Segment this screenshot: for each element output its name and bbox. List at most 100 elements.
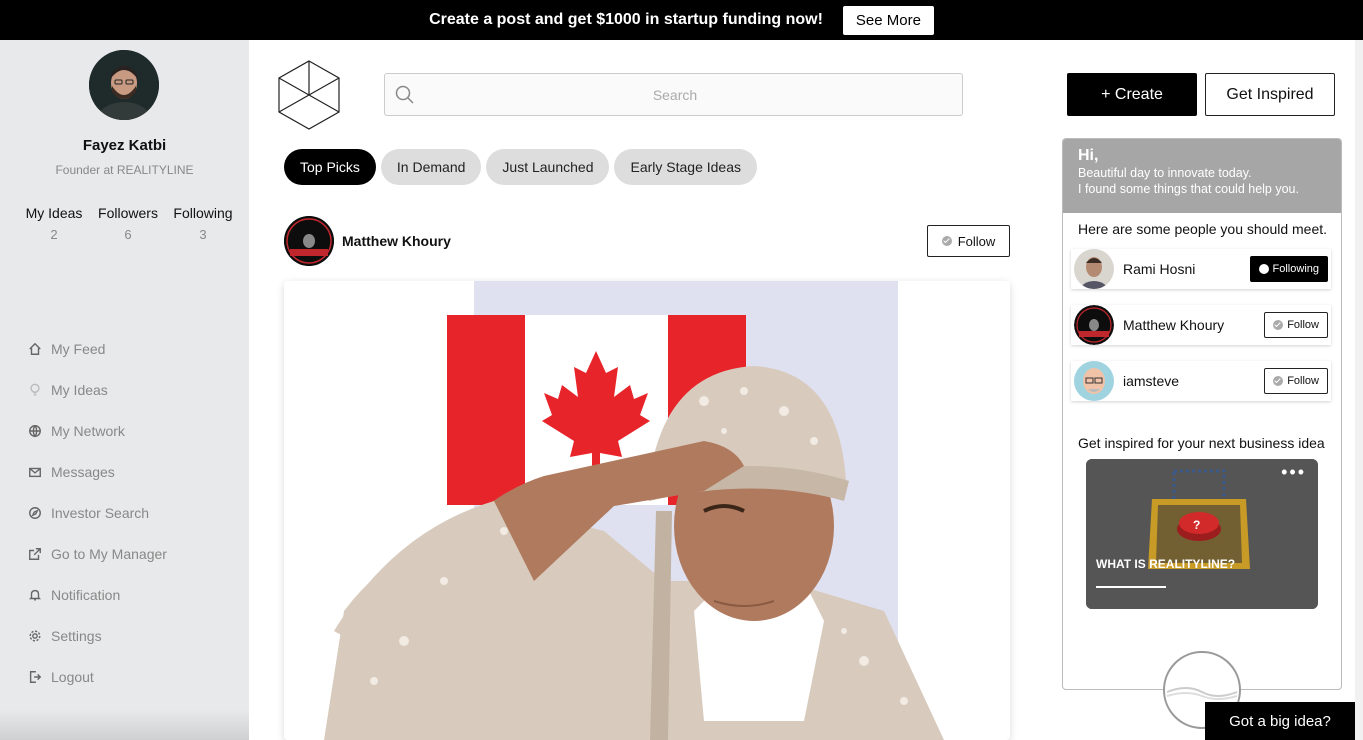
suggested-person[interactable]: Rami Hosni Following: [1071, 249, 1331, 289]
got-a-big-idea-button[interactable]: Got a big idea?: [1205, 702, 1355, 740]
person-name: iamsteve: [1123, 373, 1180, 389]
card-title: WHAT IS REALITYLINE?: [1096, 557, 1236, 571]
check-icon: [941, 236, 952, 246]
svg-text:?: ?: [1193, 518, 1200, 532]
home-icon: [29, 342, 41, 355]
inspiration-card[interactable]: ? ••• WHAT IS REALITYLINE?: [1086, 459, 1318, 609]
greeting-title: Hi,: [1078, 147, 1099, 164]
suggested-person[interactable]: iamsteve Follow: [1071, 361, 1331, 401]
follow-button[interactable]: Follow: [927, 225, 1010, 257]
person-name: Matthew Khoury: [1123, 317, 1225, 333]
sidebar-shadow: [0, 710, 249, 740]
nav-item-messages[interactable]: Messages: [28, 451, 167, 492]
bell-icon: [28, 589, 42, 601]
compass-icon: [29, 506, 41, 519]
profile-role: Founder at REALITYLINE: [55, 163, 194, 177]
profile-name: Fayez Katbi: [82, 137, 167, 154]
people-heading: Here are some people you should meet.: [1078, 221, 1328, 237]
nav-label: Notification: [51, 586, 121, 603]
promo-banner: Create a post and get $1000 in startup f…: [0, 0, 1363, 40]
greeting-line-1: Beautiful day to innovate today.: [1078, 166, 1252, 180]
follow-button[interactable]: Follow: [1264, 368, 1328, 394]
get-inspired-button[interactable]: Get Inspired: [1205, 73, 1335, 116]
nav-label: My Feed: [51, 340, 106, 357]
nav-label: My Ideas: [51, 381, 108, 398]
following-button[interactable]: Following: [1249, 256, 1328, 282]
person-avatar: [1074, 361, 1114, 401]
stat-value: 3: [199, 227, 207, 242]
sidebar-nav: My Feed My Ideas My Network Messages Inv…: [28, 328, 167, 697]
stat-value: 2: [50, 227, 58, 242]
person-avatar: [1074, 249, 1114, 289]
nav-label: Settings: [51, 627, 102, 644]
stat-label: My Ideas: [25, 205, 83, 221]
feed-tabs: Top Picks In Demand Just Launched Early …: [284, 149, 757, 185]
check-icon: [1273, 376, 1284, 386]
fighters-den-logo: [284, 216, 334, 266]
saluting-soldier-illustration: [284, 281, 1010, 740]
logout-icon: [29, 670, 42, 683]
stat-value: 6: [124, 227, 132, 242]
person-avatar: [1074, 305, 1114, 345]
panel-greeting: Hi, Beautiful day to innovate today. I f…: [1063, 139, 1341, 213]
fighters-den-logo: [1074, 305, 1114, 345]
person-name: Rami Hosni: [1123, 261, 1196, 277]
post-image[interactable]: [284, 281, 1010, 740]
search-input[interactable]: [425, 74, 925, 115]
tab-in-demand[interactable]: In Demand: [380, 149, 482, 185]
profile-stats: My Ideas 2 Followers 6 Following 3: [22, 205, 236, 242]
nav-item-go-to-my-manager[interactable]: Go to My Manager: [28, 533, 167, 574]
lightbulb-icon: [30, 383, 40, 396]
avatar-image: [1074, 361, 1114, 401]
nav-item-my-network[interactable]: My Network: [28, 410, 167, 451]
nav-item-my-feed[interactable]: My Feed: [28, 328, 167, 369]
page-scrollbar[interactable]: [1355, 40, 1363, 740]
check-icon: [1258, 264, 1269, 274]
banner-text: Create a post and get $1000 in startup f…: [429, 11, 823, 28]
stat-followers[interactable]: Followers 6: [90, 205, 166, 242]
card-progress-line: [1096, 586, 1166, 588]
nav-item-settings[interactable]: Settings: [28, 615, 167, 656]
post-author-name[interactable]: Matthew Khoury: [342, 233, 451, 249]
assistant-panel: Hi, Beautiful day to innovate today. I f…: [1062, 138, 1342, 690]
nav-label: My Network: [51, 422, 125, 439]
nav-item-notification[interactable]: Notification: [28, 574, 167, 615]
gear-icon: [29, 629, 41, 642]
inspire-heading: Get inspired for your next business idea: [1078, 435, 1325, 451]
more-options-icon[interactable]: •••: [1281, 463, 1306, 481]
greeting-line-2: I found some things that could help you.: [1078, 182, 1299, 196]
nav-label: Logout: [51, 668, 94, 685]
suggested-person[interactable]: Matthew Khoury Follow: [1071, 305, 1331, 345]
search-icon: [395, 85, 414, 104]
tab-just-launched[interactable]: Just Launched: [486, 149, 610, 185]
nav-item-my-ideas[interactable]: My Ideas: [28, 369, 167, 410]
following-label: Following: [1272, 263, 1319, 275]
search-bar: [384, 73, 963, 116]
nav-label: Go to My Manager: [51, 545, 167, 562]
check-icon: [1273, 320, 1284, 330]
tab-early-stage-ideas[interactable]: Early Stage Ideas: [614, 149, 757, 185]
follow-label: Follow: [957, 233, 996, 249]
follow-label: Follow: [1287, 375, 1319, 387]
follow-label: Follow: [1287, 319, 1319, 331]
stat-my-ideas[interactable]: My Ideas 2: [22, 205, 86, 242]
avatar-image: [1074, 249, 1114, 289]
nav-label: Messages: [51, 463, 115, 480]
sidebar: Fayez Katbi Founder at REALITYLINE My Id…: [0, 40, 249, 740]
tab-top-picks[interactable]: Top Picks: [284, 149, 376, 185]
avatar-image: [89, 50, 159, 120]
stat-label: Followers: [98, 205, 158, 221]
profile-avatar[interactable]: [89, 50, 159, 120]
nav-label: Investor Search: [51, 504, 150, 521]
mail-icon: [29, 467, 41, 477]
globe-icon: [29, 424, 41, 438]
see-more-button[interactable]: See More: [842, 5, 934, 35]
site-logo-icon[interactable]: [278, 60, 340, 130]
nav-item-investor-search[interactable]: Investor Search: [28, 492, 167, 533]
nav-item-logout[interactable]: Logout: [28, 656, 167, 697]
post-author-avatar[interactable]: [284, 216, 334, 266]
create-button[interactable]: + Create: [1067, 73, 1197, 116]
post-header: Matthew Khoury Follow: [284, 216, 1010, 266]
stat-following[interactable]: Following 3: [170, 205, 236, 242]
follow-button[interactable]: Follow: [1264, 312, 1328, 338]
